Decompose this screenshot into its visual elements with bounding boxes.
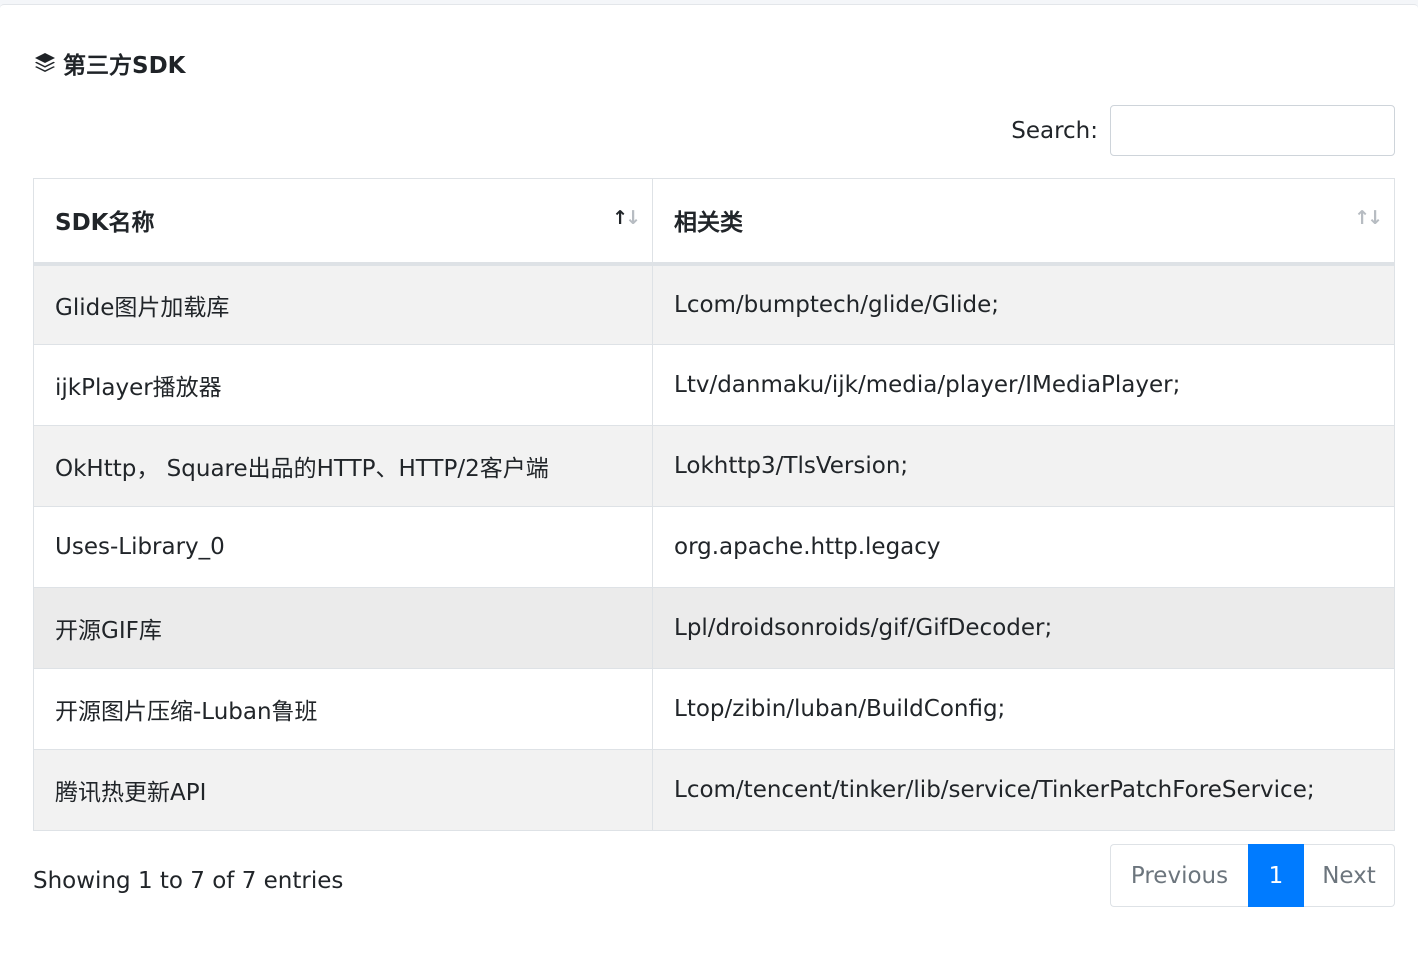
pagination: Previous 1 Next [1110,844,1395,907]
sdk-table: SDK名称 ↑↓ 相关类 ↑↓ Glide图片加载库 Lcom/bumptech… [33,178,1395,831]
table-cell-sdk-name: ijkPlayer播放器 [33,344,653,426]
table-row: 腾讯热更新API Lcom/tencent/tinker/lib/service… [33,749,1395,831]
search-label: Search: [1011,117,1098,144]
column-header-label: SDK名称 [55,210,155,237]
table-row: Glide图片加载库 Lcom/bumptech/glide/Glide; [33,263,1395,345]
table-cell-related-class: Lcom/bumptech/glide/Glide; [652,263,1395,345]
table-cell-related-class: Lokhttp3/TlsVersion; [652,425,1395,507]
table-info: Showing 1 to 7 of 7 entries [33,868,344,894]
column-header-related-class[interactable]: 相关类 ↑↓ [652,178,1395,266]
table-cell-sdk-name: 开源GIF库 [33,587,653,669]
table-row: Uses-Library_0 org.apache.http.legacy [33,506,1395,588]
sort-both-icon: ↑↓ [1354,207,1383,229]
search-area: Search: [1011,105,1395,156]
table-cell-sdk-name: Glide图片加载库 [33,263,653,345]
table-row: 开源图片压缩-Luban鲁班 Ltop/zibin/luban/BuildCon… [33,668,1395,750]
table-cell-sdk-name: 腾讯热更新API [33,749,653,831]
previous-page-button[interactable]: Previous [1110,844,1248,907]
table-header-row: SDK名称 ↑↓ 相关类 ↑↓ [33,178,1395,266]
table-cell-sdk-name: Uses-Library_0 [33,506,653,588]
table-cell-sdk-name: OkHttp， Square出品的HTTP、HTTP/2客户端 [33,425,653,507]
table-cell-related-class: Ltv/danmaku/ijk/media/player/IMediaPlaye… [652,344,1395,426]
search-input[interactable] [1110,105,1395,156]
table-cell-related-class: Ltop/zibin/luban/BuildConfig; [652,668,1395,750]
column-header-sdk-name[interactable]: SDK名称 ↑↓ [33,178,653,266]
card-title: 第三方SDK [33,45,185,81]
table-cell-sdk-name: 开源图片压缩-Luban鲁班 [33,668,653,750]
card-title-text: 第三方SDK [63,53,186,79]
table-row: ijkPlayer播放器 Ltv/danmaku/ijk/media/playe… [33,344,1395,426]
next-page-button[interactable]: Next [1304,844,1395,907]
column-header-label: 相关类 [674,210,743,237]
table-row: OkHttp， Square出品的HTTP、HTTP/2客户端 Lokhttp3… [33,425,1395,507]
sort-ascending-icon: ↑↓ [612,207,641,229]
table-cell-related-class: Lpl/droidsonroids/gif/GifDecoder; [652,587,1395,669]
table-cell-related-class: org.apache.http.legacy [652,506,1395,588]
page-1-button[interactable]: 1 [1248,844,1304,907]
table-row: 开源GIF库 Lpl/droidsonroids/gif/GifDecoder; [33,587,1395,669]
table-cell-related-class: Lcom/tencent/tinker/lib/service/TinkerPa… [652,749,1395,831]
layer-group-icon [33,51,57,75]
